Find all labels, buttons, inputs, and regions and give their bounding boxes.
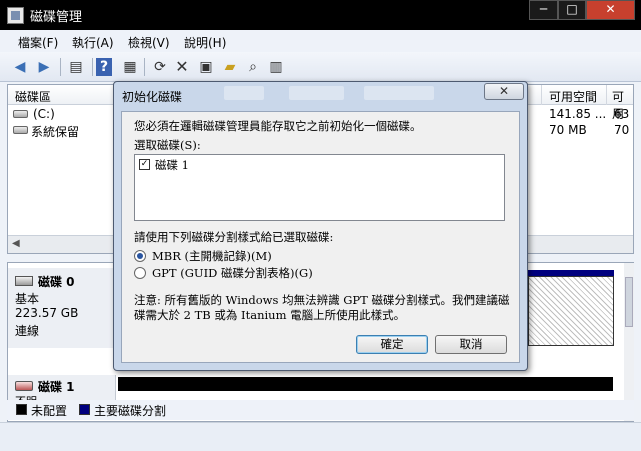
- legend-label: 未配置: [31, 404, 68, 418]
- column-header-free-space[interactable]: 可用空間: [549, 88, 597, 105]
- dialog-close-button[interactable]: ✕: [484, 83, 524, 100]
- minimize-button[interactable]: ─: [529, 0, 558, 20]
- initialize-disk-dialog: 初始化磁碟 ✕ 您必須在邏輯磁碟管理員能存取它之前初始化一個磁碟。 選取磁碟(S…: [113, 81, 528, 371]
- disk-list-item-label[interactable]: 磁碟 1: [155, 157, 189, 173]
- console-tree-icon[interactable]: ▤: [66, 57, 86, 77]
- toolbar-separator: [144, 58, 145, 76]
- forward-arrow-icon[interactable]: ▶: [34, 57, 54, 77]
- close-button[interactable]: ✕: [586, 0, 635, 20]
- open-folder-icon[interactable]: ▰: [220, 57, 240, 77]
- window-title: 磁碟管理: [30, 10, 83, 25]
- column-divider: [606, 85, 607, 105]
- toolbar-separator: [92, 58, 93, 76]
- volume-free-pct: 63: [614, 107, 630, 121]
- disk-warning-icon: [15, 381, 33, 391]
- ok-button[interactable]: 確定: [356, 335, 428, 354]
- title-bar: 磁碟管理 ─ □ ✕: [0, 0, 641, 30]
- legend: 未配置 主要磁碟分割: [7, 400, 634, 420]
- primary-partition[interactable]: [528, 276, 614, 346]
- menu-help[interactable]: 說明(H): [184, 34, 226, 51]
- dialog-body: 您必須在邏輯磁碟管理員能存取它之前初始化一個磁碟。 選取磁碟(S): ✓ 磁碟 …: [121, 111, 520, 363]
- gpt-radio[interactable]: [134, 267, 146, 279]
- cancel-button[interactable]: 取消: [435, 335, 507, 354]
- scroll-left-icon[interactable]: ◀: [12, 238, 20, 249]
- menu-view[interactable]: 檢視(V): [128, 34, 170, 51]
- volume-free: 141.85 ...: [549, 107, 607, 121]
- refresh-icon[interactable]: ⟳: [150, 57, 170, 77]
- gpt-option-label[interactable]: GPT (GUID 磁碟分割表格)(G): [152, 265, 313, 281]
- column-divider: [541, 85, 542, 105]
- note-line-1: 注意: 所有舊版的 Windows 均無法辨識 GPT 磁碟分割樣式。我們建議磁: [134, 293, 510, 307]
- select-disks-label: 選取磁碟(S):: [134, 138, 201, 152]
- disk-name: 磁碟 1: [38, 380, 75, 394]
- drive-icon: [13, 110, 28, 118]
- properties-icon[interactable]: ▦: [120, 57, 140, 77]
- ghost-glass: [364, 86, 434, 100]
- ghost-glass: [224, 86, 264, 100]
- disk-status: 連線: [15, 324, 40, 338]
- mbr-radio[interactable]: [134, 250, 146, 262]
- disk-select-list[interactable]: ✓ 磁碟 1: [134, 154, 505, 221]
- legend-swatch-primary: [79, 404, 90, 415]
- vertical-scrollbar[interactable]: [624, 263, 634, 421]
- intro-text: 您必須在邏輯磁碟管理員能存取它之前初始化一個磁碟。: [134, 119, 422, 133]
- disk-size: 223.57 GB: [15, 306, 79, 320]
- volume-name: 系統保留: [31, 125, 80, 139]
- scroll-thumb[interactable]: [625, 277, 633, 327]
- volume-free: 70 MB: [549, 123, 587, 137]
- maximize-button[interactable]: □: [558, 0, 586, 20]
- legend-label: 主要磁碟分割: [94, 404, 167, 418]
- toolbar-separator: [60, 58, 61, 76]
- disk-icon: [15, 276, 33, 286]
- menu-action[interactable]: 執行(A): [72, 34, 114, 51]
- ghost-glass: [289, 86, 344, 100]
- volume-name: (C:): [33, 107, 55, 121]
- disk-type: 基本: [15, 292, 40, 306]
- partition-style-label: 請使用下列磁碟分割樣式給已選取磁碟:: [134, 230, 334, 244]
- menu-bar: 檔案(F) 執行(A) 檢視(V) 說明(H): [0, 30, 641, 52]
- disk-name: 磁碟 0: [38, 275, 75, 289]
- unallocated-space[interactable]: [118, 377, 613, 391]
- drive-icon: [13, 126, 28, 134]
- dialog-title: 初始化磁碟: [122, 90, 183, 104]
- delete-icon[interactable]: ✕: [172, 57, 192, 77]
- volume-free-pct: 70: [614, 123, 630, 137]
- menu-file[interactable]: 檔案(F): [18, 34, 58, 51]
- mbr-option-label[interactable]: MBR (主開機記錄)(M): [152, 248, 272, 264]
- toolbar: ◀ ▶ ▤ ? ▦ ⟳ ✕ ▣ ▰ ⌕ ▥: [0, 52, 641, 82]
- help-icon[interactable]: ?: [96, 58, 112, 76]
- column-header-volume[interactable]: 磁碟區: [15, 88, 51, 105]
- legend-swatch-unallocated: [16, 404, 27, 415]
- status-bar: [0, 422, 641, 451]
- properties-sheet-icon[interactable]: ▣: [196, 57, 216, 77]
- disk-management-app-icon: [7, 7, 24, 24]
- export-icon[interactable]: ▥: [266, 57, 286, 77]
- disk-1-checkbox[interactable]: ✓: [139, 159, 150, 170]
- disk-0-info[interactable]: 磁碟 0 基本 223.57 GB 連線: [8, 268, 116, 348]
- back-arrow-icon[interactable]: ◀: [10, 57, 30, 77]
- note-line-2: 碟需大於 2 TB 或為 Itanium 電腦上所使用此樣式。: [134, 308, 406, 322]
- search-icon[interactable]: ⌕: [243, 57, 263, 77]
